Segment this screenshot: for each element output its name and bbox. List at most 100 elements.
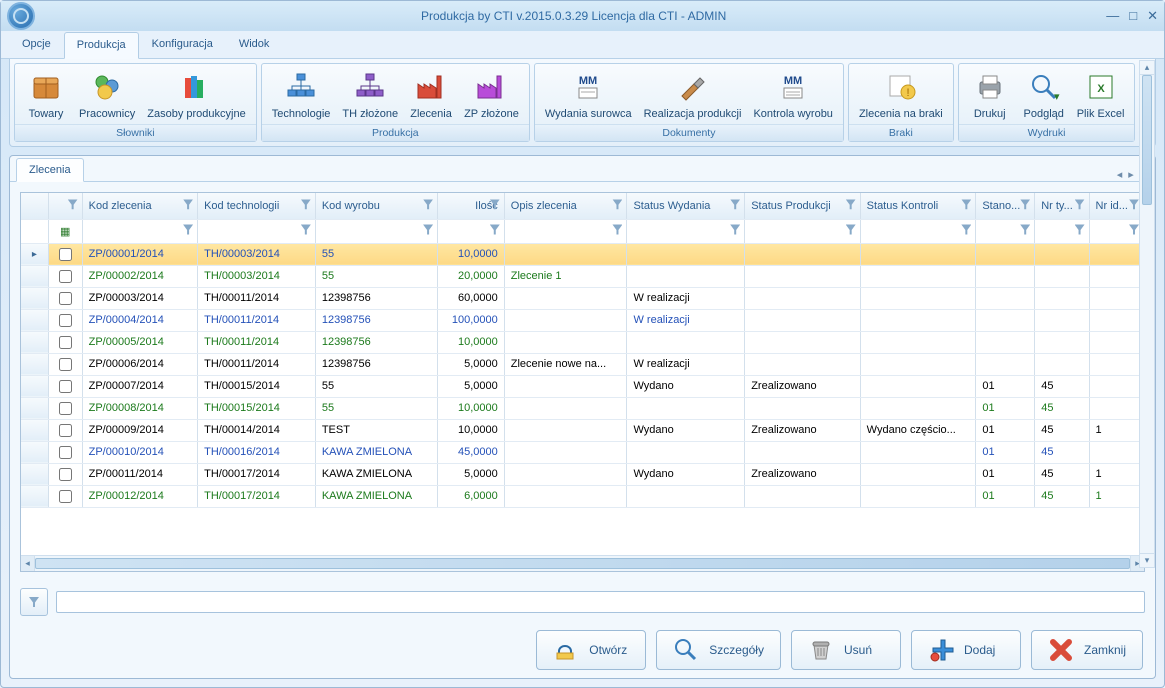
col-header[interactable]: Kod zlecenia [82,193,197,219]
table-row[interactable]: ZP/00008/2014TH/00015/20145510,00000145 [21,397,1144,419]
col-filter-cell[interactable] [315,219,437,243]
row-checkbox-cell[interactable] [48,441,82,463]
filter-button[interactable] [20,588,48,616]
ribbon-people[interactable]: Pracownicy [73,66,141,124]
tab-nav-next[interactable]: ▸ [1128,168,1134,181]
ribbon-factory2[interactable]: ZP złożone [458,66,525,124]
col-header[interactable] [21,193,48,219]
col-filter-cell[interactable] [504,219,627,243]
menu-opcje[interactable]: Opcje [9,31,64,58]
horizontal-scrollbar[interactable]: ◂ ▸ [21,555,1144,571]
action-delete[interactable]: Usuń [791,630,901,670]
filter-icon[interactable] [1129,199,1139,212]
filter-icon[interactable] [730,199,740,212]
action-open[interactable]: Otwórz [536,630,646,670]
filter-icon[interactable] [68,199,78,212]
ribbon-preview[interactable]: ▾Podgląd [1017,66,1071,124]
table-row[interactable]: ZP/00006/2014TH/00011/2014123987565,0000… [21,353,1144,375]
ribbon-excel[interactable]: XPlik Excel [1071,66,1131,124]
col-header[interactable]: Ilość [438,193,505,219]
table-row[interactable]: ZP/00007/2014TH/00015/2014555,0000Wydano… [21,375,1144,397]
filter-icon[interactable] [730,225,740,238]
table-row[interactable]: ZP/00004/2014TH/00011/201412398756100,00… [21,309,1144,331]
col-filter-cell[interactable] [976,219,1035,243]
data-grid[interactable]: Kod zleceniaKod technologiiKod wyrobuIlo… [21,193,1144,555]
table-row[interactable]: ZP/00003/2014TH/00011/20141239875660,000… [21,287,1144,309]
vertical-scrollbar[interactable]: ▴ ▾ [1139,155,1155,568]
table-row[interactable]: ZP/00009/2014TH/00014/2014TEST10,0000Wyd… [21,419,1144,441]
row-checkbox[interactable] [59,380,72,393]
col-header[interactable]: Status Produkcji [745,193,860,219]
scroll-thumb-h[interactable] [35,558,1130,569]
row-checkbox-cell[interactable] [48,419,82,441]
filter-icon[interactable] [1075,225,1085,238]
close-window-button[interactable]: ✕ [1147,8,1158,24]
row-checkbox[interactable] [59,270,72,283]
maximize-button[interactable]: □ [1129,8,1137,24]
filter-icon[interactable] [301,225,311,238]
scroll-left-arrow[interactable]: ◂ [21,556,35,571]
col-filter-cell[interactable]: ▦ [48,219,82,243]
table-row[interactable]: ZP/00011/2014TH/00017/2014KAWA ZMIELONA5… [21,463,1144,485]
col-filter-cell[interactable] [860,219,976,243]
row-checkbox[interactable] [59,490,72,503]
row-checkbox[interactable] [59,248,72,261]
ribbon-mm[interactable]: MMWydania surowca [539,66,638,124]
minimize-button[interactable]: — [1106,8,1119,24]
col-filter-cell[interactable] [438,219,505,243]
col-header[interactable]: Opis zlecenia [504,193,627,219]
table-row[interactable]: ZP/00010/2014TH/00016/2014KAWA ZMIELONA4… [21,441,1144,463]
clear-filter-icon[interactable]: ▦ [60,226,70,238]
ribbon-books[interactable]: Zasoby produkcyjne [141,66,251,124]
row-checkbox-cell[interactable] [48,353,82,375]
filter-icon[interactable] [1020,199,1030,212]
filter-icon[interactable] [846,225,856,238]
scroll-down-arrow[interactable]: ▾ [1140,553,1154,567]
filter-icon[interactable] [612,199,622,212]
row-checkbox-cell[interactable] [48,287,82,309]
row-checkbox-cell[interactable] [48,397,82,419]
col-filter-cell[interactable] [1089,219,1143,243]
filter-icon[interactable] [961,199,971,212]
filter-icon[interactable] [846,199,856,212]
col-header[interactable]: Status Kontroli [860,193,976,219]
filter-icon[interactable] [490,199,500,212]
table-row[interactable]: ZP/00002/2014TH/00003/20145520,0000Zlece… [21,265,1144,287]
menu-konfiguracja[interactable]: Konfiguracja [139,31,226,58]
col-filter-cell[interactable] [21,219,48,243]
filter-icon[interactable] [1129,225,1139,238]
filter-icon[interactable] [183,199,193,212]
ribbon-box[interactable]: Towary [19,66,73,124]
col-header[interactable]: Nr id... [1089,193,1143,219]
row-checkbox-cell[interactable] [48,463,82,485]
col-header[interactable] [48,193,82,219]
ribbon-org[interactable]: Technologie [266,66,337,124]
ribbon-mm2[interactable]: MMKontrola wyrobu [747,66,839,124]
table-row[interactable]: ▸ZP/00001/2014TH/00003/20145510,0000 [21,243,1144,265]
row-checkbox-cell[interactable] [48,265,82,287]
filter-icon[interactable] [961,225,971,238]
menu-widok[interactable]: Widok [226,31,283,58]
col-filter-cell[interactable] [627,219,745,243]
col-header[interactable]: Stano... [976,193,1035,219]
row-checkbox[interactable] [59,402,72,415]
filter-icon[interactable] [423,225,433,238]
filter-icon[interactable] [612,225,622,238]
row-checkbox[interactable] [59,358,72,371]
col-filter-cell[interactable] [82,219,197,243]
col-filter-cell[interactable] [745,219,860,243]
col-filter-cell[interactable] [1035,219,1089,243]
menu-produkcja[interactable]: Produkcja [64,32,139,59]
filter-input[interactable] [56,591,1145,613]
filter-icon[interactable] [301,199,311,212]
row-checkbox-cell[interactable] [48,485,82,507]
filter-icon[interactable] [1075,199,1085,212]
row-checkbox[interactable] [59,424,72,437]
scroll-thumb-v[interactable] [1142,155,1152,205]
ribbon-factory[interactable]: Zlecenia [404,66,458,124]
table-row[interactable]: ZP/00005/2014TH/00011/20141239875610,000… [21,331,1144,353]
row-checkbox-cell[interactable] [48,243,82,265]
ribbon-print[interactable]: Drukuj [963,66,1017,124]
row-checkbox[interactable] [59,336,72,349]
ribbon-warn[interactable]: !Zlecenia na braki [853,66,949,124]
